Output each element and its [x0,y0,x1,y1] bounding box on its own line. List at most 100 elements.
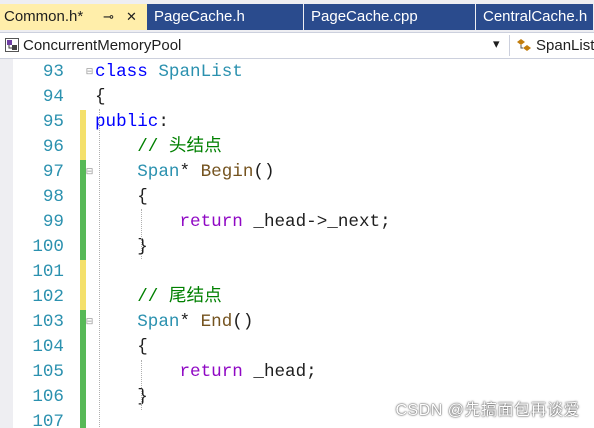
code-line[interactable]: 105 return _head; [0,360,594,385]
code-text: } [95,235,148,260]
tab-label: Common.h* [4,8,84,25]
line-number: 96 [42,137,64,157]
line-number: 101 [32,262,64,282]
code-line[interactable]: 98 { [0,185,594,210]
line-number: 95 [42,112,64,132]
collapse-icon[interactable]: ⊟ [85,167,94,176]
change-indicator [80,335,86,360]
code-token: // 尾结点 [95,287,222,307]
code-token: return [179,212,243,232]
tab-pagecache-cpp[interactable]: PageCache.cpp [304,4,476,30]
line-number: 99 [42,212,64,232]
change-indicator [80,360,86,385]
indent-guide [141,209,142,259]
code-token: { [95,187,148,207]
code-token: () [253,162,275,182]
code-editor[interactable]: 93 ⊟ class SpanList 94{95 public: 96 // 头结点 97… [0,59,594,428]
code-line[interactable]: 96 // 头结点 [0,135,594,160]
change-indicator [80,185,86,210]
code-text: return _head->_next; [95,210,391,235]
collapse-icon[interactable]: ⊟ [85,67,94,76]
chevron-down-icon[interactable]: ▾ [493,36,500,52]
code-token: class [95,62,159,82]
navigation-bar: ConcurrentMemoryPool ▾ SpanList [0,32,594,59]
code-token: SpanList [158,62,243,82]
code-line[interactable]: 94 { [0,85,594,110]
indent-guide [99,109,100,428]
scope-selector[interactable]: SpanList [510,33,594,58]
class-icon [516,38,532,58]
collapse-icon[interactable]: ⊟ [85,317,94,326]
line-number: 106 [32,387,64,407]
change-indicator [80,110,86,135]
project-name: ConcurrentMemoryPool [23,37,182,54]
code-token: { [95,337,148,357]
code-line[interactable]: 99 return _head->_next; [0,210,594,235]
pin-icon[interactable]: ⊸ [103,4,114,30]
code-line[interactable]: 95 public: [0,110,594,135]
code-line[interactable]: 93 ⊟ class SpanList [0,60,594,85]
line-number: 104 [32,337,64,357]
code-token: Span [137,162,180,182]
code-text: } [95,385,148,410]
change-indicator [80,260,86,285]
code-token: { [95,87,106,107]
watermark: CSDN @先搞面包再谈爱 [395,402,580,419]
tab-label: PageCache.h [154,8,245,25]
code-token: // 头结点 [95,137,222,157]
code-token: _head; [242,362,317,382]
line-number: 94 [42,87,64,107]
code-token: _head->_next; [242,212,391,232]
tab-pagecache-h[interactable]: PageCache.h [147,4,304,30]
code-line[interactable]: 103 ⊟ Span* End() [0,310,594,335]
change-indicator [80,410,86,428]
tab-label: CentralCache.h [483,8,588,25]
close-icon[interactable]: ✕ [126,4,137,30]
code-token: } [95,237,148,257]
code-line[interactable]: 102 // 尾结点 [0,285,594,310]
change-indicator [80,210,86,235]
code-line[interactable]: 104 { [0,335,594,360]
line-number: 103 [32,312,64,332]
tab-common-h[interactable]: Common.h* ⊸ ✕ [0,4,147,30]
code-text: return _head; [95,360,317,385]
code-text: { [95,85,106,110]
code-text: Span* Begin() [95,160,275,185]
code-token: * [179,162,201,182]
code-text: // 头结点 [95,135,222,160]
code-line[interactable]: 100 } [0,235,594,260]
change-indicator [80,135,86,160]
line-number: 107 [32,412,64,428]
code-text: Span* End() [95,310,253,335]
change-indicator [80,385,86,410]
code-text: class SpanList [95,60,243,85]
line-number: 105 [32,362,64,382]
indent-guide [141,360,142,410]
code-token: } [95,387,148,407]
line-number: 102 [32,287,64,307]
code-token: : [158,112,169,132]
line-number: 97 [42,162,64,182]
code-line[interactable]: 101 [0,260,594,285]
tab-centralcache-h[interactable]: CentralCache.h [476,4,594,30]
code-token: Span [137,312,180,332]
code-token: End [200,312,233,332]
line-number: 100 [32,237,64,257]
change-indicator [80,235,86,260]
code-token: public [95,112,159,132]
line-number: 98 [42,187,64,207]
code-text: { [95,335,148,360]
project-icon [5,38,19,57]
code-token: * [179,312,201,332]
tab-label: PageCache.cpp [311,8,418,25]
document-tab-strip: Common.h* ⊸ ✕ PageCache.h PageCache.cpp … [0,0,594,32]
project-selector[interactable]: ConcurrentMemoryPool ▾ [0,33,509,58]
code-text: { [95,185,148,210]
code-line[interactable]: 97 ⊟ Span* Begin() [0,160,594,185]
code-token: return [179,362,243,382]
code-token: () [232,312,254,332]
